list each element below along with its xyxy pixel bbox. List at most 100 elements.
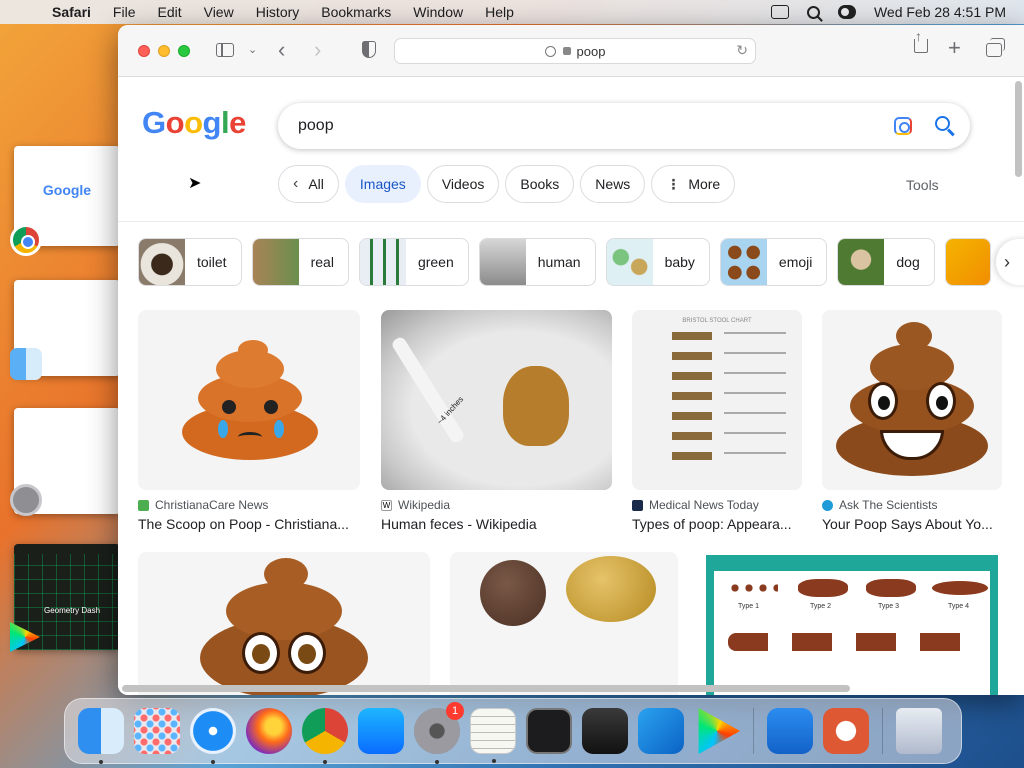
result-image-types-chart[interactable]: Type 1 Type 2 Type 3 Type 4 — [706, 555, 998, 695]
result-title[interactable]: Types of poop: Appeara... — [632, 516, 802, 532]
poop-emoji-icon — [194, 558, 374, 695]
google-lens-icon[interactable] — [894, 117, 912, 135]
dock-duckduckgo-icon[interactable] — [823, 708, 869, 754]
related-next-button[interactable]: › — [996, 239, 1024, 285]
result-title[interactable]: Your Poop Says About Yo... — [822, 516, 1002, 532]
dock-launchpad-icon[interactable] — [134, 708, 180, 754]
sidebar-toggle-icon[interactable] — [216, 43, 234, 57]
result-image-stool-chart[interactable]: BRISTOL STOOL CHART — [632, 310, 802, 490]
safari-toolbar: ⌄ ‹ › poop ↻ + — [118, 25, 1024, 77]
result-source[interactable]: ChristianaCare News — [138, 498, 360, 512]
result-image-feces-plate[interactable]: ~4 inches — [381, 310, 612, 490]
result-source-name: ChristianaCare News — [155, 498, 269, 512]
dock-safari-icon[interactable] — [190, 708, 236, 764]
dock-trash-icon[interactable] — [896, 708, 942, 754]
result-source[interactable]: Ask The Scientists — [822, 498, 1002, 512]
related-chip-human[interactable]: human — [478, 238, 596, 286]
back-button[interactable]: ‹ — [278, 37, 285, 63]
image-result[interactable]: ChristianaCare News The Scoop on Poop - … — [138, 310, 360, 532]
image-result[interactable] — [450, 552, 678, 695]
related-chip-emoji[interactable]: emoji — [719, 238, 828, 286]
related-chip-real[interactable]: real — [251, 238, 349, 286]
safari-window: ⌄ ‹ › poop ↻ + Google poop ➤ ‹ All — [118, 25, 1024, 695]
image-result[interactable]: BRISTOL STOOL CHART Medical News Today T… — [632, 310, 802, 532]
dock-firefox-icon[interactable] — [246, 708, 292, 754]
menu-help[interactable]: Help — [485, 4, 514, 20]
vertical-scrollbar[interactable] — [1015, 81, 1022, 177]
minimize-window-button[interactable] — [158, 45, 170, 57]
menu-file[interactable]: File — [113, 4, 136, 20]
image-result[interactable]: Ask The Scientists Your Poop Says About … — [822, 310, 1002, 532]
favicon-icon — [822, 499, 833, 511]
horizontal-scrollbar[interactable] — [122, 685, 850, 692]
menu-window[interactable]: Window — [413, 4, 463, 20]
related-chip-partial[interactable] — [944, 238, 991, 286]
privacy-shield-icon[interactable] — [362, 41, 376, 58]
result-title[interactable]: Human feces - Wikipedia — [381, 516, 612, 532]
related-chip-green[interactable]: green — [358, 238, 469, 286]
menu-view[interactable]: View — [204, 4, 234, 20]
share-icon[interactable] — [914, 28, 928, 53]
menu-history[interactable]: History — [256, 4, 300, 20]
lock-icon — [562, 47, 571, 55]
dock-system-settings-icon[interactable]: 1 — [414, 702, 464, 764]
dock-terminal-icon[interactable] — [526, 708, 572, 754]
search-query[interactable]: poop — [298, 117, 334, 135]
poop-emoji-icon — [836, 320, 988, 480]
forward-button[interactable]: › — [314, 37, 321, 63]
zoom-window-button[interactable] — [178, 45, 190, 57]
google-search-icon[interactable] — [935, 116, 950, 131]
spotlight-search-icon[interactable] — [806, 5, 820, 19]
dock-textedit-icon[interactable] — [470, 708, 516, 763]
result-source[interactable]: Medical News Today — [632, 498, 802, 512]
related-thumb — [139, 239, 185, 285]
result-source-name: Ask The Scientists — [839, 498, 938, 512]
reload-icon[interactable]: ↻ — [736, 42, 748, 59]
result-image-worried-poop[interactable] — [138, 552, 430, 695]
mouse-cursor-icon: ➤ — [188, 175, 202, 192]
result-image-happy-poop[interactable] — [822, 310, 1002, 490]
google-logo[interactable]: Google — [142, 105, 246, 141]
menu-edit[interactable]: Edit — [157, 4, 181, 20]
image-result[interactable]: Type 1 Type 2 Type 3 Type 4 — [706, 555, 998, 695]
image-result[interactable] — [138, 552, 430, 695]
result-title[interactable]: The Scoop on Poop - Christiana... — [138, 516, 360, 532]
tab-videos[interactable]: Videos — [426, 165, 500, 203]
dock-chrome-icon[interactable] — [302, 708, 348, 764]
result-source-name: Wikipedia — [398, 498, 451, 512]
chevron-down-icon[interactable]: ⌄ — [248, 43, 257, 56]
dock-garageband-icon[interactable] — [582, 708, 628, 754]
google-search-box[interactable]: poop — [278, 103, 970, 149]
dock-app-store-icon[interactable] — [358, 708, 404, 754]
menu-clock[interactable]: Wed Feb 28 4:51 PM — [874, 4, 1006, 20]
menu-app-name[interactable]: Safari — [52, 4, 91, 20]
address-bar[interactable]: poop ↻ — [394, 38, 756, 64]
dock-vscode-icon[interactable] — [638, 708, 684, 754]
dock-finder-icon[interactable] — [78, 708, 124, 764]
result-source[interactable]: W Wikipedia — [381, 498, 612, 512]
related-chip-toilet[interactable]: toilet — [138, 238, 242, 286]
tab-books[interactable]: Books — [505, 165, 575, 203]
related-chip-dog[interactable]: dog — [837, 238, 935, 286]
tools-button[interactable]: Tools — [906, 177, 939, 193]
tab-overview-icon[interactable] — [986, 38, 1005, 57]
tab-more[interactable]: ⋮ More — [651, 165, 736, 203]
tab-news[interactable]: News — [580, 165, 646, 203]
poop-emoji-icon — [182, 340, 318, 460]
result-image-sad-poop[interactable] — [138, 310, 360, 490]
dock-google-play-icon[interactable] — [698, 708, 740, 754]
new-tab-button[interactable]: + — [948, 35, 961, 61]
related-label: dog — [896, 254, 920, 270]
tab-all[interactable]: ‹ All — [278, 165, 339, 203]
dock-weather-icon[interactable] — [767, 708, 813, 754]
notification-badge: 1 — [446, 702, 464, 720]
tab-images[interactable]: Images — [344, 165, 421, 203]
close-window-button[interactable] — [138, 45, 150, 57]
control-center-icon[interactable] — [837, 5, 856, 19]
type4-label: Type 4 — [948, 603, 970, 610]
result-image-fake-poop[interactable] — [450, 552, 678, 695]
screen-mirroring-icon[interactable] — [770, 5, 789, 19]
related-chip-baby[interactable]: baby — [605, 238, 710, 286]
menu-bookmarks[interactable]: Bookmarks — [321, 4, 391, 20]
image-result[interactable]: ~4 inches W Wikipedia Human feces - Wiki… — [381, 310, 612, 532]
